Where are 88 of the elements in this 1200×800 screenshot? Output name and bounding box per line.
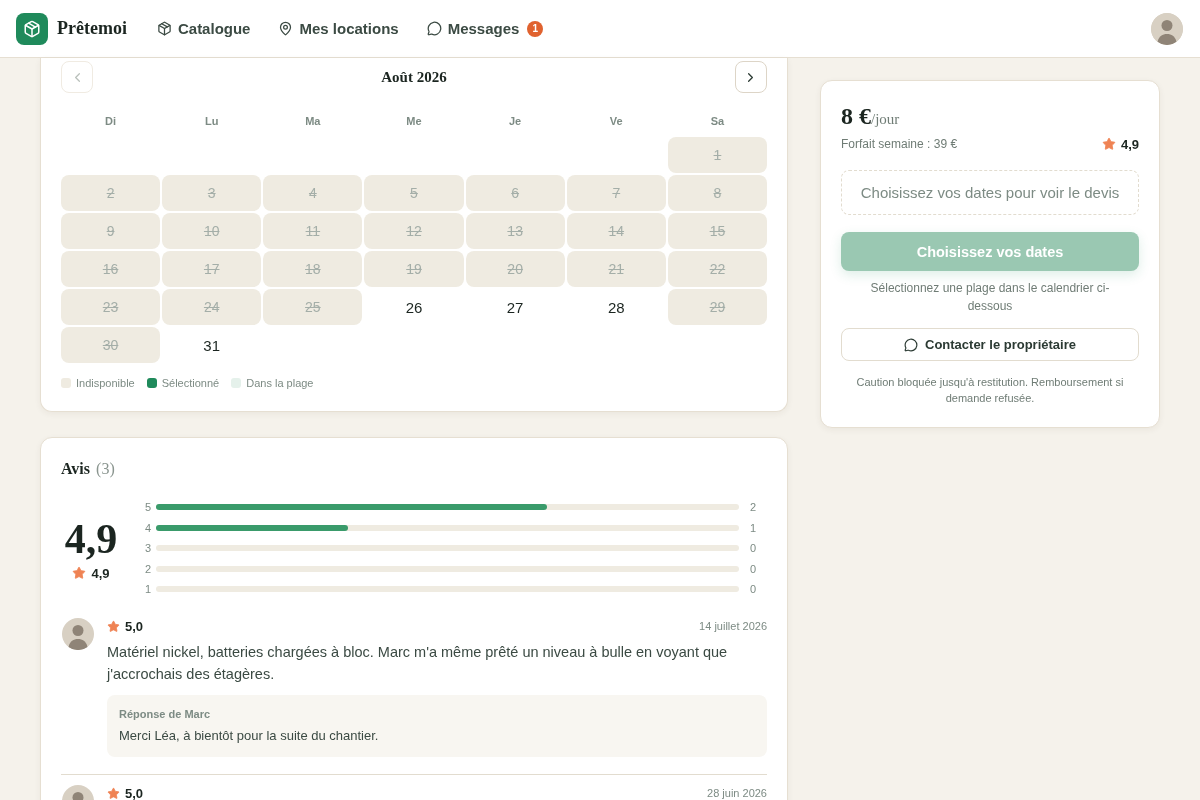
quote-placeholder-panel: Choisissez vos dates pour voir le devis — [841, 170, 1139, 215]
calendar-day: 22 — [667, 251, 767, 287]
calendar-day: 8 — [667, 175, 767, 211]
avatar-icon — [62, 618, 94, 650]
profile-avatar-button[interactable] — [1151, 12, 1183, 45]
calendar-day: 5 — [364, 175, 464, 211]
package-icon — [156, 21, 172, 36]
reply-text: Merci Léa, à bientôt pour la suite du chantier. — [119, 728, 380, 744]
rating-count: 0 — [749, 562, 758, 575]
star-level-label: 4 — [145, 521, 153, 534]
calendar-day: 17 — [162, 251, 262, 287]
weekday-label: Sa — [709, 114, 726, 129]
calendar-day: 24 — [162, 289, 262, 325]
weekday-label: Lu — [204, 114, 220, 129]
star-level-label: 3 — [145, 542, 153, 554]
calendar-day: 20 — [465, 251, 565, 287]
star-icon — [72, 566, 87, 580]
contact-owner-button[interactable]: Contacter le propriétaire — [841, 328, 1139, 361]
weekday-label: Ve — [608, 114, 624, 129]
calendar-day: 3 — [162, 175, 262, 211]
calendar-day[interactable]: 26 — [364, 289, 464, 325]
review-rating: 5,0 — [125, 618, 144, 634]
calendar-day: 30 — [61, 327, 161, 363]
calendar-day: 12 — [364, 213, 464, 249]
review-rating: 5,0 — [125, 785, 144, 800]
weekday-label: Di — [104, 114, 118, 129]
reviews-count: (3) — [96, 460, 115, 478]
weekday-label: Me — [405, 114, 423, 129]
next-month-button[interactable] — [735, 61, 767, 93]
calendar-day: 14 — [566, 213, 666, 249]
calendar-day: 6 — [465, 175, 565, 211]
calendar-day: 1 — [667, 137, 767, 173]
star-level-label: 2 — [145, 562, 153, 575]
brand-name[interactable]: Prêtemoi — [57, 18, 127, 39]
calendar-day[interactable]: 27 — [465, 289, 565, 325]
map-pin-icon — [278, 21, 294, 36]
rating-value: 4,9 — [1120, 136, 1139, 152]
nav-link[interactable]: Catalogue — [148, 14, 259, 43]
legend-label: Indisponible — [76, 377, 135, 389]
price-unit: /jour — [871, 111, 900, 128]
legend-label: Sélectionné — [161, 377, 220, 389]
chat-bubble-icon — [426, 21, 442, 36]
rating-count: 0 — [749, 542, 758, 554]
average-rating: 4,9 — [64, 515, 118, 562]
rating-value: 4,9 — [91, 565, 110, 581]
calendar-day: 15 — [667, 213, 767, 249]
deposit-note: Caution bloquée jusqu'à restitution. Remboursement si demande refusée. — [855, 375, 1125, 406]
calendar-day: 25 — [263, 289, 363, 325]
review-date: 28 juin 2026 — [707, 787, 767, 799]
calendar-day: 9 — [61, 213, 161, 249]
weekday-label: Je — [508, 114, 523, 129]
month-title: Août 2026 — [381, 68, 447, 86]
calendar-day: 2 — [61, 175, 161, 211]
weekly-price: Forfait semaine : 39 € — [841, 137, 958, 151]
rating-count: 0 — [749, 583, 758, 595]
calendar-day: 18 — [263, 251, 363, 287]
calendar-day[interactable]: 28 — [566, 289, 666, 325]
unread-badge: 1 — [527, 20, 544, 37]
calendar-day: 7 — [566, 175, 666, 211]
calendar-day: 16 — [61, 251, 161, 287]
weekday-label: Ma — [304, 114, 322, 129]
star-icon — [107, 786, 120, 800]
legend-label: Dans la plage — [246, 377, 314, 389]
star-icon — [107, 619, 120, 633]
reviews-title: Avis — [61, 460, 91, 478]
calendar-day: 23 — [61, 289, 161, 325]
star-icon — [1101, 137, 1116, 151]
calendar-day[interactable]: 31 — [162, 327, 262, 363]
calendar-day: 11 — [263, 213, 363, 249]
calendar-day: 10 — [162, 213, 262, 249]
rating-count: 2 — [749, 501, 758, 513]
chat-bubble-icon — [904, 337, 918, 352]
calendar-day: 19 — [364, 251, 464, 287]
calendar-day: 4 — [263, 175, 363, 211]
calendar-day: 21 — [566, 251, 666, 287]
nav-link[interactable]: Mes locations — [270, 14, 407, 43]
rating-count: 1 — [749, 521, 758, 534]
star-level-label: 5 — [145, 501, 153, 513]
calendar-day: 13 — [465, 213, 565, 249]
star-level-label: 1 — [145, 583, 153, 595]
review-date: 14 juillet 2026 — [699, 620, 767, 632]
nav-link[interactable]: Messages 1 — [418, 14, 552, 43]
reply-author: Réponse de Marc — [119, 707, 212, 721]
logo-icon[interactable] — [16, 12, 48, 45]
review-text: Matériel nickel, batteries chargées à bloc. Marc m'a même prêté un niveau à bulle en voyant que j'accrochais des étagères. — [107, 643, 729, 684]
price: 8 € — [841, 103, 871, 130]
booking-hint: Sélectionnez une plage dans le calendrier ci-dessous — [869, 280, 1111, 315]
calendar-day: 29 — [667, 289, 767, 325]
